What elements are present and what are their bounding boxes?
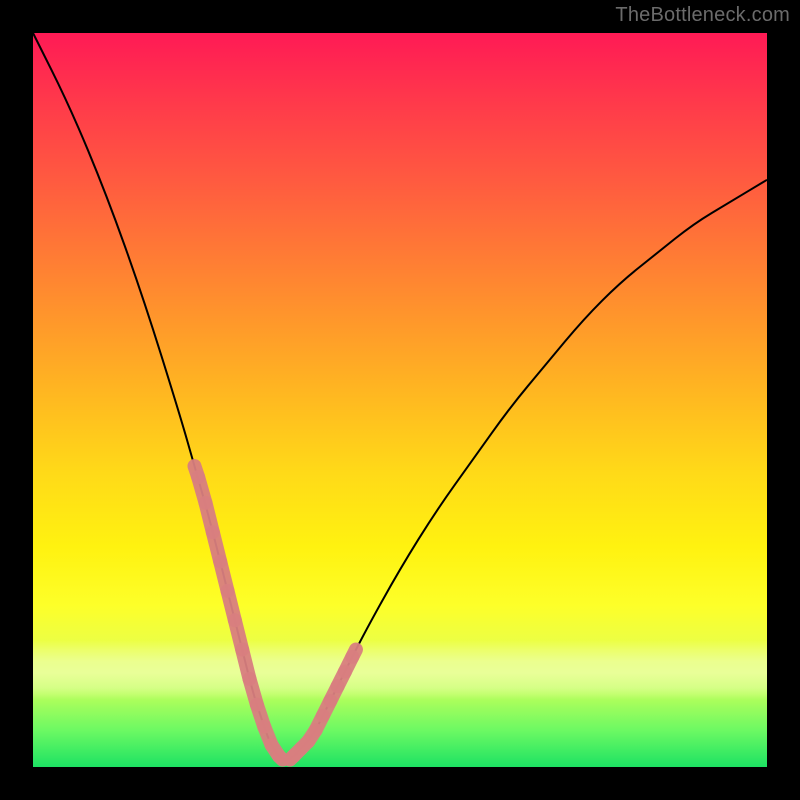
watermark-text: TheBottleneck.com [615, 4, 790, 27]
chart-frame: TheBottleneck.com [0, 0, 800, 800]
plot-area [33, 33, 767, 767]
